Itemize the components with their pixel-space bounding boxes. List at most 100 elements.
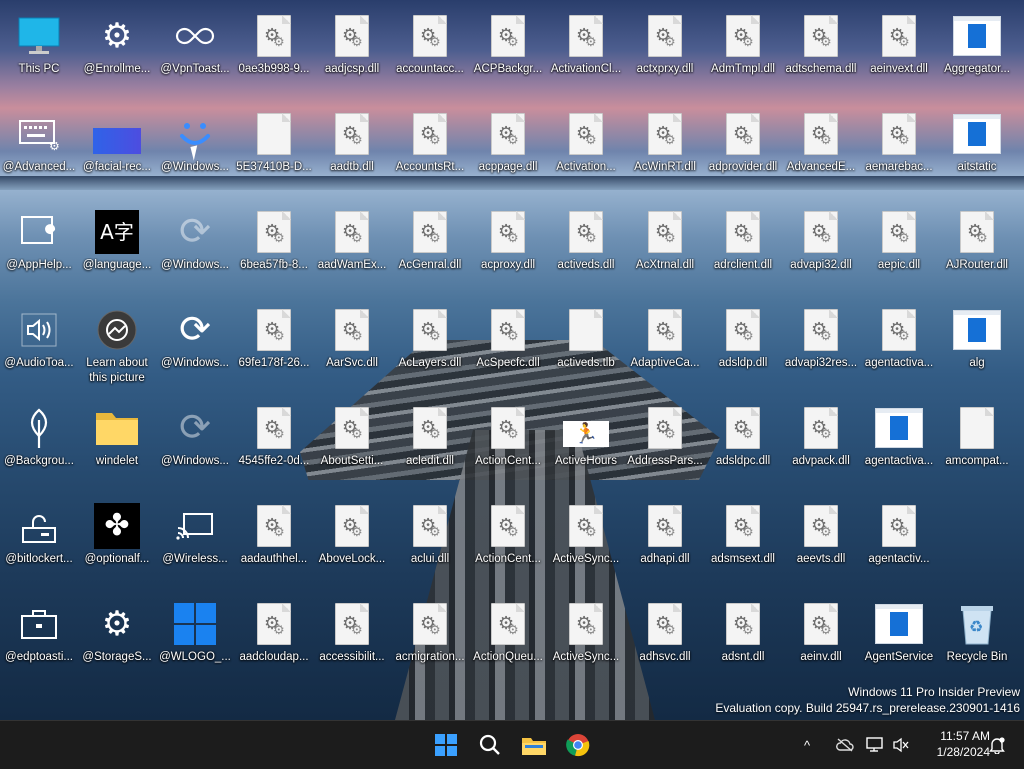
desktop-icon[interactable]: Learn about this picture <box>78 300 156 396</box>
network-status-button[interactable] <box>836 721 854 769</box>
desktop-icon[interactable]: 5E37410B-D... <box>235 104 313 200</box>
desktop-icon[interactable]: Aggregator... <box>938 6 1016 102</box>
notifications-button[interactable] <box>988 721 1006 769</box>
desktop-icon[interactable]: ⚙ ⚙ aadcloudap... <box>235 594 313 690</box>
desktop-icon[interactable]: ♻ Recycle Bin <box>938 594 1016 690</box>
display-status-button[interactable] <box>866 721 884 769</box>
desktop-icon[interactable]: ⚙ ⚙ ActiveSync... <box>547 594 625 690</box>
desktop-icon[interactable]: ⚙ ⚙ aeinv.dll <box>782 594 860 690</box>
clock[interactable]: 11:57 AM 1/28/2024 <box>937 728 990 760</box>
desktop-icon[interactable]: ⚙ ⚙ adhapi.dll <box>626 496 704 592</box>
desktop-icon[interactable]: @Wireless... <box>156 496 234 592</box>
desktop-icon[interactable]: ⚙ ⚙ adprovider.dll <box>704 104 782 200</box>
desktop-icon[interactable]: @VpnToast... <box>156 6 234 102</box>
desktop-icon[interactable]: ⚙ ⚙ AdmTmpl.dll <box>704 6 782 102</box>
desktop-icon[interactable]: @edptoasti... <box>0 594 78 690</box>
desktop-icon[interactable]: ⚙ ⚙ activeds.dll <box>547 202 625 298</box>
dll-file-icon: ⚙ ⚙ <box>257 407 291 449</box>
desktop-icon[interactable]: ⚙ ⚙ aadjcsp.dll <box>313 6 391 102</box>
desktop-icon[interactable]: ⚙ ⚙ 6bea57fb-8... <box>235 202 313 298</box>
desktop-icon[interactable]: ⚙ ⚙ ActivationCl... <box>547 6 625 102</box>
desktop-icon[interactable]: AgentService <box>860 594 938 690</box>
desktop-icon[interactable]: ⚙ ⚙ advpack.dll <box>782 398 860 494</box>
desktop-icon[interactable]: @facial-rec... <box>78 104 156 200</box>
start-button[interactable] <box>428 727 464 763</box>
desktop-icon[interactable]: ⟳ @Windows... <box>156 300 234 396</box>
desktop-icon[interactable]: ⚙ ⚙ acmigration... <box>391 594 469 690</box>
desktop-icon[interactable]: ⚙ ⚙ aeevts.dll <box>782 496 860 592</box>
desktop-icon[interactable]: @bitlockert... <box>0 496 78 592</box>
desktop-icon[interactable]: ⚙ ⚙ adrclient.dll <box>704 202 782 298</box>
desktop-icon[interactable]: ⚙ ⚙ AcGenral.dll <box>391 202 469 298</box>
desktop-icon[interactable]: activeds.tlb <box>547 300 625 396</box>
desktop-icon[interactable]: ⚙ ⚙ acppage.dll <box>469 104 547 200</box>
desktop-icon[interactable]: @WLOGO_... <box>156 594 234 690</box>
desktop-icon[interactable]: ⚙ ⚙ aepic.dll <box>860 202 938 298</box>
desktop-icon[interactable]: ⚙ ⚙ AarSvc.dll <box>313 300 391 396</box>
desktop-icon[interactable]: aitstatic <box>938 104 1016 200</box>
desktop-icon[interactable]: ⚙ ⚙ adsldp.dll <box>704 300 782 396</box>
desktop-icon[interactable]: ⚙ ⚙ adsldpc.dll <box>704 398 782 494</box>
desktop-icon[interactable]: ⚙ ⚙ ActiveSync... <box>547 496 625 592</box>
desktop-icon[interactable]: ⚙ ⚙ aeinvext.dll <box>860 6 938 102</box>
desktop-icon[interactable]: ⚙ ⚙ accountacc... <box>391 6 469 102</box>
desktop-icon[interactable]: @AppHelp... <box>0 202 78 298</box>
file-explorer-button[interactable] <box>516 727 552 763</box>
desktop-icon[interactable]: ✤ @optionalf... <box>78 496 156 592</box>
desktop-icon[interactable]: ⚙ ⚙ AdaptiveCa... <box>626 300 704 396</box>
desktop-icon[interactable]: ⚙ ⚙ actxprxy.dll <box>626 6 704 102</box>
desktop-icon[interactable]: ⟳ @Windows... <box>156 202 234 298</box>
desktop-icon[interactable]: alg <box>938 300 1016 396</box>
desktop-icon[interactable]: windelet <box>78 398 156 494</box>
desktop-icon[interactable]: ⚙ ⚙ AcWinRT.dll <box>626 104 704 200</box>
desktop-icon[interactable]: ⚙ ⚙ acledit.dll <box>391 398 469 494</box>
desktop-icon[interactable]: ⚙ ⚙ AccountsRt... <box>391 104 469 200</box>
desktop-icon[interactable]: ⚙ ⚙ 0ae3b998-9... <box>235 6 313 102</box>
desktop-icon[interactable]: ⚙ ⚙ AcSpecfc.dll <box>469 300 547 396</box>
desktop-icon[interactable]: ⚙ ⚙ AdvancedE... <box>782 104 860 200</box>
desktop-icon[interactable]: agentactiva... <box>860 398 938 494</box>
desktop-icon[interactable]: ⚙ ⚙ 4545ffe2-0d... <box>235 398 313 494</box>
desktop-icon[interactable]: ⚙ @StorageS... <box>78 594 156 690</box>
desktop-icon[interactable]: @AudioToa... <box>0 300 78 396</box>
desktop-icon[interactable]: ⟳ @Windows... <box>156 398 234 494</box>
desktop-icon[interactable]: ⚙ ⚙ agentactiv... <box>860 496 938 592</box>
desktop-icon[interactable]: ⚙ ⚙ AJRouter.dll <box>938 202 1016 298</box>
desktop-icon[interactable]: ⚙ ⚙ Activation... <box>547 104 625 200</box>
desktop-icon[interactable]: ⚙ ⚙ aadauthhel... <box>235 496 313 592</box>
desktop-icon[interactable]: @Backgrou... <box>0 398 78 494</box>
desktop-icon[interactable]: ⚙ @Advanced... <box>0 104 78 200</box>
desktop-icon[interactable]: ⚙ ⚙ ActionQueu... <box>469 594 547 690</box>
desktop-icon[interactable]: This PC <box>0 6 78 102</box>
desktop-icon[interactable]: ⚙ ⚙ advapi32.dll <box>782 202 860 298</box>
desktop-icon[interactable]: ⚙ ⚙ aadtb.dll <box>313 104 391 200</box>
volume-muted-button[interactable] <box>892 721 910 769</box>
desktop-icon[interactable]: ⚙ ⚙ ACPBackgr... <box>469 6 547 102</box>
show-hidden-icons-button[interactable]: ^ <box>804 721 810 769</box>
search-button[interactable] <box>472 727 508 763</box>
desktop-icon[interactable]: ⚙ ⚙ advapi32res... <box>782 300 860 396</box>
desktop-icon[interactable]: ⚙ ⚙ acproxy.dll <box>469 202 547 298</box>
desktop-icon[interactable]: ⚙ ⚙ AboveLock... <box>313 496 391 592</box>
desktop-icon[interactable]: ⚙ ⚙ adtschema.dll <box>782 6 860 102</box>
desktop-icon[interactable]: ⚙ ⚙ accessibilit... <box>313 594 391 690</box>
desktop-icon[interactable]: 🏃 ActiveHours <box>547 398 625 494</box>
desktop-icon[interactable]: ⚙ ⚙ aclui.dll <box>391 496 469 592</box>
desktop-icon[interactable]: ⚙ ⚙ agentactiva... <box>860 300 938 396</box>
chrome-button[interactable] <box>560 727 596 763</box>
desktop-icon[interactable]: ⚙ ⚙ adhsvc.dll <box>626 594 704 690</box>
desktop-icon[interactable]: ⚙ ⚙ AcLayers.dll <box>391 300 469 396</box>
desktop-icon[interactable]: ⚙ ⚙ AcXtrnal.dll <box>626 202 704 298</box>
desktop-icon[interactable]: ⚙ ⚙ adsmsext.dll <box>704 496 782 592</box>
desktop-icon[interactable]: amcompat... <box>938 398 1016 494</box>
desktop-icon[interactable]: ⚙ ⚙ 69fe178f-26... <box>235 300 313 396</box>
desktop-icon[interactable]: A字 @language... <box>78 202 156 298</box>
desktop-icon[interactable]: ⚙ ⚙ aadWamEx... <box>313 202 391 298</box>
desktop-icon[interactable]: ⚙ @Enrollme... <box>78 6 156 102</box>
desktop-icon[interactable]: ⚙ ⚙ aemarebac... <box>860 104 938 200</box>
desktop-icon[interactable]: ⚙ ⚙ adsnt.dll <box>704 594 782 690</box>
desktop-icon[interactable]: ⚙ ⚙ AddressPars... <box>626 398 704 494</box>
desktop-icon[interactable]: ⚙ ⚙ ActionCent... <box>469 496 547 592</box>
desktop-icon[interactable]: ⚙ ⚙ ActionCent... <box>469 398 547 494</box>
desktop-icon[interactable]: ⚙ ⚙ AboutSetti... <box>313 398 391 494</box>
